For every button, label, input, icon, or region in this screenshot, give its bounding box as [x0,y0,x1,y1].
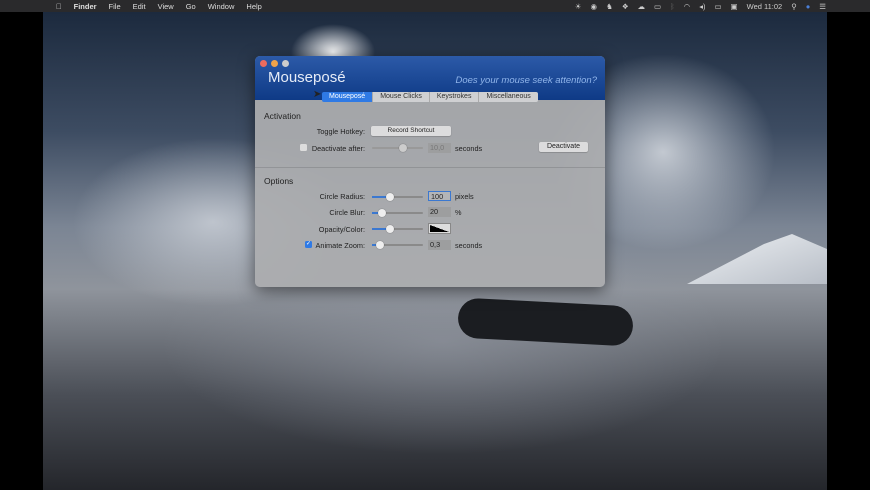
airplay-icon[interactable]: ▭ [654,2,661,11]
activation-heading: Activation [264,111,301,121]
circle-blur-slider[interactable] [372,209,423,217]
menu-go[interactable]: Go [186,2,196,11]
display-icon[interactable]: ▣ [731,2,738,11]
record-shortcut-button[interactable]: Record Shortcut [371,126,451,136]
opacity-slider[interactable] [372,225,423,233]
tab-bar: Mouseposé Mouse Clicks Keystrokes Miscel… [322,92,538,102]
animate-zoom-unit: seconds [455,241,483,250]
wifi-icon[interactable]: ◠ [684,2,691,11]
menu-window[interactable]: Window [208,2,235,11]
window-title: Mouseposé [268,69,346,86]
options-heading: Options [264,176,294,186]
close-button[interactable] [260,60,267,67]
menu-bar:  Finder File Edit View Go Window Help ☀… [0,0,870,12]
color-well[interactable] [428,223,451,234]
deactivate-button[interactable]: Deactivate [539,142,588,152]
cloud-icon[interactable]: ☁ [638,2,646,11]
circle-radius-slider[interactable] [372,193,423,201]
circle-radius-field[interactable]: 100 [428,191,451,201]
tab-mousepose[interactable]: Mouseposé [322,92,374,102]
circle-blur-field[interactable]: 20 [428,207,451,217]
mousepose-window: Mouseposé Does your mouse seek attention… [255,56,605,287]
clock[interactable]: Wed 11:02 [747,2,783,11]
menu-file[interactable]: File [109,2,121,11]
menu-help[interactable]: Help [246,2,261,11]
circle-blur-label: Circle Blur: [329,208,365,217]
volume-icon[interactable]: ◂) [699,2,705,11]
window-header: Mouseposé Does your mouse seek attention… [255,56,605,102]
deactivate-after-unit: seconds [455,144,483,153]
spotlight-icon[interactable]: ⚲ [791,2,797,11]
deactivate-after-field[interactable]: 10,0 [428,143,451,153]
bluetooth-icon[interactable]: ᛒ [670,2,675,11]
animate-zoom-slider[interactable] [372,241,423,249]
opacity-color-label: Opacity/Color: [318,225,365,234]
eye-icon[interactable]: ◉ [591,2,598,11]
circle-radius-unit: pixels [455,192,474,201]
circle-radius-label: Circle Radius: [319,192,365,201]
section-divider [255,167,605,168]
minimize-button[interactable] [271,60,278,67]
toggle-hotkey-label: Toggle Hotkey: [316,127,365,136]
brightness-icon[interactable]: ☀ [575,2,582,11]
battery-icon[interactable]: ▭ [714,2,721,11]
tagline: Does your mouse seek attention? [455,75,597,86]
paw-icon[interactable]: ♞ [606,2,613,11]
menu-finder[interactable]: Finder [74,2,97,11]
apple-menu-icon[interactable]:  [56,2,62,11]
deactivate-after-slider[interactable] [372,144,423,152]
zoom-button[interactable] [282,60,289,67]
animate-zoom-label: Animate Zoom: [315,241,365,250]
siri-icon[interactable]: ● [806,2,811,11]
menu-view[interactable]: View [158,2,174,11]
mouse-cursor-icon: ➤ [313,89,322,100]
menu-edit[interactable]: Edit [133,2,146,11]
tab-miscellaneous[interactable]: Miscellaneous [479,92,538,102]
dropbox-icon[interactable]: ❖ [622,2,629,11]
animate-zoom-field[interactable]: 0,3 [428,240,451,250]
tab-mouse-clicks[interactable]: Mouse Clicks [373,92,430,102]
tab-keystrokes[interactable]: Keystrokes [429,92,480,102]
snowboard [457,297,634,347]
notification-center-icon[interactable]: ☰ [819,2,826,11]
circle-blur-unit: % [455,208,462,217]
deactivate-after-label: Deactivate after: [311,144,365,153]
mountain [687,234,827,284]
